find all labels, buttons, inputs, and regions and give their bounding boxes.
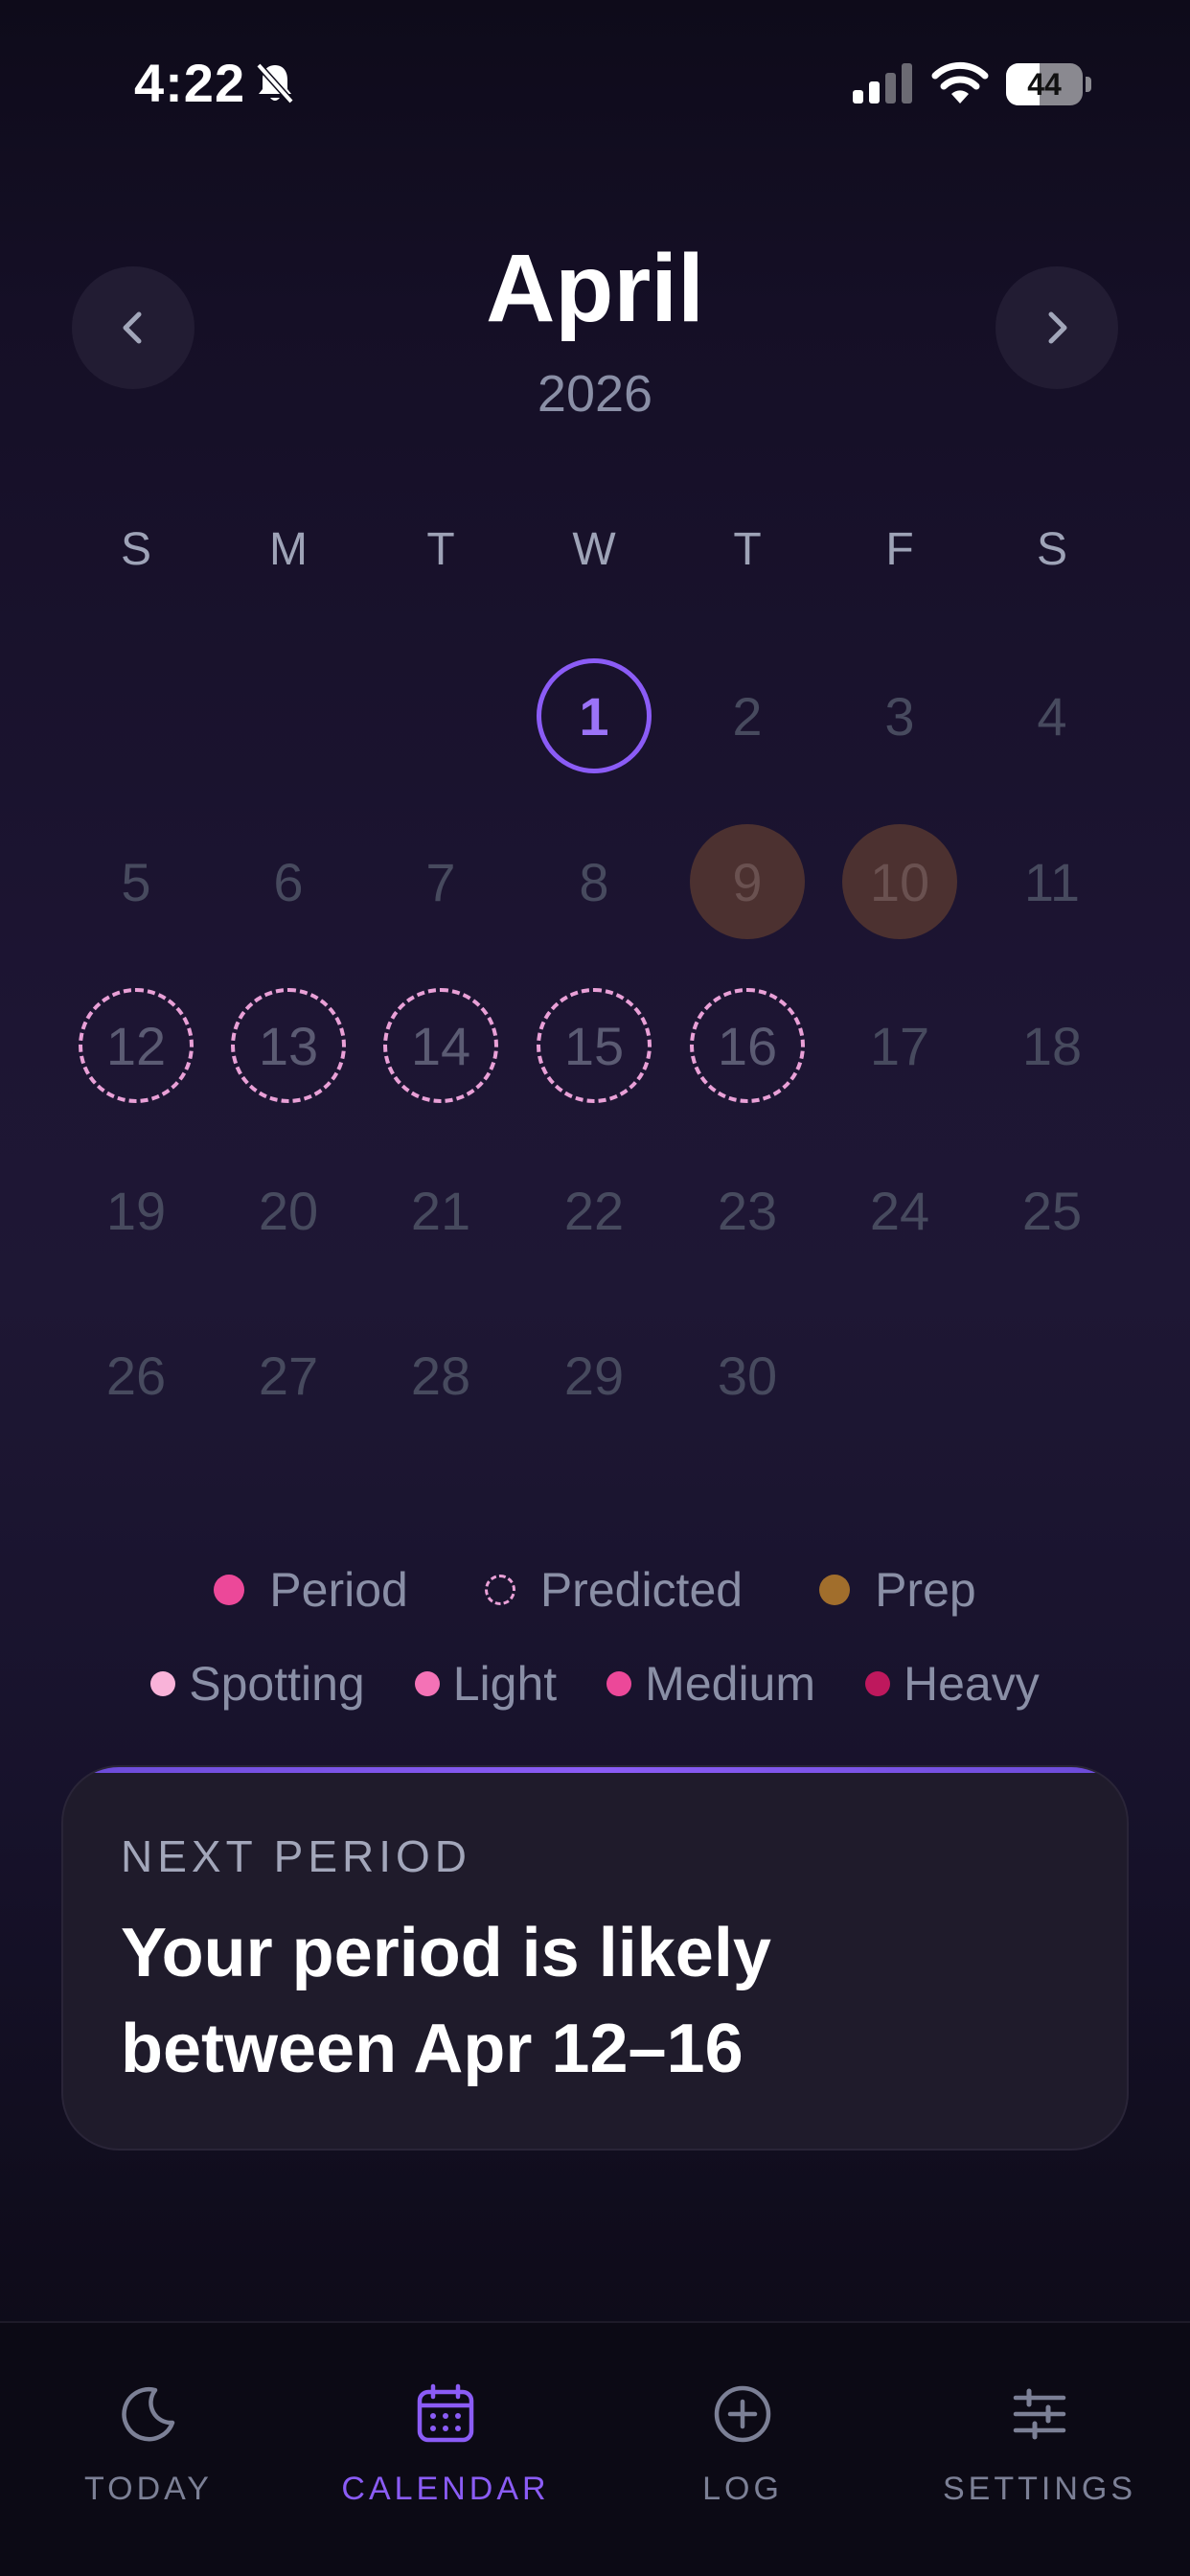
calendar-day-12[interactable]: 12 — [79, 988, 194, 1103]
next-period-line-1: Your period is likely — [121, 1915, 771, 1991]
card-accent-bar — [63, 1767, 1127, 1773]
calendar-day-9[interactable]: 9 — [690, 824, 805, 939]
weekday-label: S — [120, 524, 151, 575]
tab-settings-label: SETTINGS — [942, 2471, 1137, 2507]
legend-prep: Prep — [819, 1562, 976, 1618]
calendar-day-23[interactable]: 23 — [690, 1153, 805, 1268]
calendar-day-24[interactable]: 24 — [842, 1153, 957, 1268]
calendar-day-14[interactable]: 14 — [383, 988, 498, 1103]
tab-log[interactable]: LOG — [594, 2382, 891, 2526]
cellular-signal-icon — [853, 63, 912, 104]
weekday-label: T — [426, 524, 455, 575]
tab-today[interactable]: TODAY — [0, 2382, 297, 2526]
tab-bar: TODAY CALENDAR LOG SETTINGS — [0, 2321, 1190, 2576]
tab-calendar[interactable]: CALENDAR — [297, 2382, 594, 2526]
legend-spotting-label: Spotting — [189, 1657, 365, 1711]
weekday-label: F — [885, 524, 914, 575]
legend-prep-label: Prep — [875, 1563, 976, 1617]
calendar-day-15[interactable]: 15 — [537, 988, 652, 1103]
calendar-day-30[interactable]: 30 — [690, 1318, 805, 1433]
calendar-day-27[interactable]: 27 — [231, 1318, 346, 1433]
calendar-day-6[interactable]: 6 — [231, 824, 346, 939]
bell-muted-icon — [256, 62, 294, 104]
status-time: 4:22 — [134, 53, 246, 113]
calendar-day-4[interactable]: 4 — [995, 658, 1110, 773]
calendar-day-18[interactable]: 18 — [995, 988, 1110, 1103]
calendar-day-17[interactable]: 17 — [842, 988, 957, 1103]
calendar-day-7[interactable]: 7 — [383, 824, 498, 939]
tab-today-label: TODAY — [84, 2471, 213, 2507]
heavy-dot — [865, 1671, 891, 1696]
weekday-label: T — [733, 524, 762, 575]
calendar-day-19[interactable]: 19 — [79, 1153, 194, 1268]
legend-medium-label: Medium — [645, 1657, 816, 1711]
tab-log-label: LOG — [702, 2471, 783, 2507]
calendar-day-3[interactable]: 3 — [842, 658, 957, 773]
calendar-day-8[interactable]: 8 — [537, 824, 652, 939]
battery-cap — [1086, 77, 1091, 92]
sliders-icon — [1013, 2388, 1066, 2440]
weekday-label: W — [572, 524, 616, 575]
next-period-label: NEXT PERIOD — [121, 1831, 471, 1881]
plus-circle-icon — [714, 2385, 771, 2443]
next-period-line-2: between Apr 12–16 — [121, 2011, 744, 2087]
legend-light: Light — [414, 1656, 558, 1712]
legend-row-flow: Spotting Light Medium Heavy — [0, 1656, 1190, 1712]
medium-dot — [606, 1671, 632, 1696]
calendar-day-10[interactable]: 10 — [842, 824, 957, 939]
weekday-label: S — [1036, 524, 1067, 575]
wifi-icon — [931, 61, 989, 104]
calendar-day-1[interactable]: 1 — [537, 658, 652, 773]
legend-light-label: Light — [452, 1657, 558, 1711]
legend-predicted: Predicted — [484, 1562, 744, 1618]
calendar-day-11[interactable]: 11 — [995, 824, 1110, 939]
legend-predicted-label: Predicted — [539, 1563, 744, 1617]
legend-period: Period — [214, 1562, 408, 1618]
chevron-right-icon — [1048, 311, 1067, 344]
calendar-day-21[interactable]: 21 — [383, 1153, 498, 1268]
calendar-day-29[interactable]: 29 — [537, 1318, 652, 1433]
calendar-day-28[interactable]: 28 — [383, 1318, 498, 1433]
predicted-dot — [484, 1575, 515, 1605]
calendar-day-2[interactable]: 2 — [690, 658, 805, 773]
legend-heavy: Heavy — [865, 1656, 1040, 1712]
calendar-day-13[interactable]: 13 — [231, 988, 346, 1103]
year-label: 2026 — [537, 365, 653, 423]
calendar-day-22[interactable]: 22 — [537, 1153, 652, 1268]
battery-percent: 44 — [1027, 67, 1062, 102]
calendar-day-20[interactable]: 20 — [231, 1153, 346, 1268]
calendar-day-26[interactable]: 26 — [79, 1318, 194, 1433]
prep-dot — [819, 1575, 851, 1605]
legend-heavy-label: Heavy — [904, 1657, 1040, 1711]
legend-period-label: Period — [269, 1563, 408, 1617]
moon-icon — [122, 2386, 175, 2442]
spotting-dot — [150, 1671, 176, 1696]
tab-settings[interactable]: SETTINGS — [891, 2382, 1188, 2526]
legend-spotting: Spotting — [150, 1656, 365, 1712]
calendar-day-16[interactable]: 16 — [690, 988, 805, 1103]
tab-calendar-label: CALENDAR — [341, 2471, 550, 2507]
calendar-day-25[interactable]: 25 — [995, 1153, 1110, 1268]
weekday-label: M — [269, 524, 308, 575]
legend-medium: Medium — [606, 1656, 815, 1712]
calendar-icon — [417, 2383, 474, 2443]
legend-row-status: Period Predicted Prep — [0, 1562, 1190, 1618]
period-dot — [214, 1575, 245, 1605]
calendar-day-5[interactable]: 5 — [79, 824, 194, 939]
next-month-button[interactable] — [995, 266, 1118, 389]
status-bar: 4:22 44 — [0, 0, 1190, 163]
next-period-card[interactable]: NEXT PERIOD Your period is likely betwee… — [61, 1765, 1129, 2150]
battery-indicator: 44 — [1006, 63, 1091, 105]
light-dot — [414, 1671, 440, 1696]
next-period-message: Your period is likely between Apr 12–16 — [121, 1905, 1079, 2097]
battery-body: 44 — [1006, 63, 1083, 105]
